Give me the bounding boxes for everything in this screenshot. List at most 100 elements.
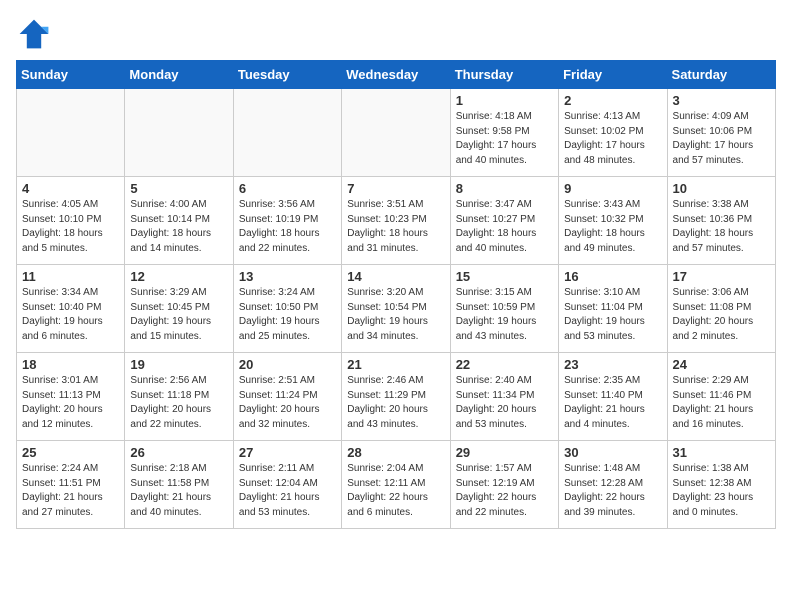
- day-cell: 11 Sunrise: 3:34 AM Sunset: 10:40 PM Dayl…: [17, 265, 125, 353]
- day-number: 16: [564, 269, 661, 284]
- day-number: 8: [456, 181, 553, 196]
- day-cell: 18Sunrise: 3:01 AM Sunset: 11:13 PM Dayl…: [17, 353, 125, 441]
- day-number: 24: [673, 357, 770, 372]
- header-cell-wednesday: Wednesday: [342, 61, 450, 89]
- day-info: Sunrise: 2:11 AM Sunset: 12:04 AM Daylig…: [239, 462, 336, 520]
- day-info: Sunrise: 3:34 AM Sunset: 10:40 PM Daylig…: [22, 286, 119, 344]
- day-info: Sunrise: 3:15 AM Sunset: 10:59 PM Daylig…: [456, 286, 553, 344]
- day-cell: 20 Sunrise: 2:51 AM Sunset: 11:24 PM Dayl…: [233, 353, 341, 441]
- day-number: 29: [456, 445, 553, 460]
- day-info: Sunrise: 3:10 AM Sunset: 11:04 PM Daylig…: [564, 286, 661, 344]
- day-number: 7: [347, 181, 444, 196]
- day-cell: 6 Sunrise: 3:56 AM Sunset: 10:19 PM Dayli…: [233, 177, 341, 265]
- day-info: Sunrise: 3:51 AM Sunset: 10:23 PM Daylig…: [347, 198, 444, 256]
- day-info: Sunrise: 2:40 AM Sunset: 11:34 PM Daylig…: [456, 374, 553, 432]
- day-info: Sunrise: 3:29 AM Sunset: 10:45 PM Daylig…: [130, 286, 227, 344]
- day-number: 22: [456, 357, 553, 372]
- day-number: 12: [130, 269, 227, 284]
- day-number: 9: [564, 181, 661, 196]
- week-row-2: 11 Sunrise: 3:34 AM Sunset: 10:40 PM Dayl…: [17, 265, 776, 353]
- header-cell-friday: Friday: [559, 61, 667, 89]
- day-number: 25: [22, 445, 119, 460]
- header-cell-tuesday: Tuesday: [233, 61, 341, 89]
- day-number: 10: [673, 181, 770, 196]
- day-info: Sunrise: 1:57 AM Sunset: 12:19 AM Daylig…: [456, 462, 553, 520]
- week-row-3: 18Sunrise: 3:01 AM Sunset: 11:13 PM Dayl…: [17, 353, 776, 441]
- day-info: Sunrise: 3:56 AM Sunset: 10:19 PM Daylig…: [239, 198, 336, 256]
- day-cell: 30Sunrise: 1:48 AM Sunset: 12:28 AM Dayl…: [559, 441, 667, 529]
- day-info: Sunrise: 3:38 AM Sunset: 10:36 PM Daylig…: [673, 198, 770, 256]
- day-cell: 10 Sunrise: 3:38 AM Sunset: 10:36 PM Dayl…: [667, 177, 775, 265]
- day-number: 23: [564, 357, 661, 372]
- calendar-table: SundayMondayTuesdayWednesdayThursdayFrid…: [16, 60, 776, 529]
- day-number: 5: [130, 181, 227, 196]
- day-number: 1: [456, 93, 553, 108]
- day-number: 31: [673, 445, 770, 460]
- day-info: Sunrise: 2:56 AM Sunset: 11:18 PM Daylig…: [130, 374, 227, 432]
- day-info: Sunrise: 2:29 AM Sunset: 11:46 PM Daylig…: [673, 374, 770, 432]
- day-info: Sunrise: 3:47 AM Sunset: 10:27 PM Daylig…: [456, 198, 553, 256]
- day-info: Sunrise: 1:38 AM Sunset: 12:38 AM Daylig…: [673, 462, 770, 520]
- day-cell: 28 Sunrise: 2:04 AM Sunset: 12:11 AM Dayl…: [342, 441, 450, 529]
- day-cell: 9 Sunrise: 3:43 AM Sunset: 10:32 PM Dayli…: [559, 177, 667, 265]
- day-number: 20: [239, 357, 336, 372]
- logo-icon: [16, 16, 52, 52]
- day-cell: [125, 89, 233, 177]
- day-number: 27: [239, 445, 336, 460]
- day-info: Sunrise: 3:24 AM Sunset: 10:50 PM Daylig…: [239, 286, 336, 344]
- day-cell: [342, 89, 450, 177]
- header-cell-monday: Monday: [125, 61, 233, 89]
- day-cell: 25 Sunrise: 2:24 AM Sunset: 11:51 PM Dayl…: [17, 441, 125, 529]
- day-cell: 27 Sunrise: 2:11 AM Sunset: 12:04 AM Dayl…: [233, 441, 341, 529]
- day-cell: 14Sunrise: 3:20 AM Sunset: 10:54 PM Dayl…: [342, 265, 450, 353]
- day-number: 21: [347, 357, 444, 372]
- day-cell: 23 Sunrise: 2:35 AM Sunset: 11:40 PM Dayl…: [559, 353, 667, 441]
- day-info: Sunrise: 2:24 AM Sunset: 11:51 PM Daylig…: [22, 462, 119, 520]
- day-cell: 19Sunrise: 2:56 AM Sunset: 11:18 PM Dayl…: [125, 353, 233, 441]
- day-cell: 5 Sunrise: 4:00 AM Sunset: 10:14 PM Dayli…: [125, 177, 233, 265]
- day-cell: 3Sunrise: 4:09 AM Sunset: 10:06 PM Dayli…: [667, 89, 775, 177]
- day-cell: 22 Sunrise: 2:40 AM Sunset: 11:34 PM Dayl…: [450, 353, 558, 441]
- header-cell-saturday: Saturday: [667, 61, 775, 89]
- day-number: 6: [239, 181, 336, 196]
- day-cell: 13 Sunrise: 3:24 AM Sunset: 10:50 PM Dayl…: [233, 265, 341, 353]
- day-info: Sunrise: 3:43 AM Sunset: 10:32 PM Daylig…: [564, 198, 661, 256]
- calendar-header: SundayMondayTuesdayWednesdayThursdayFrid…: [17, 61, 776, 89]
- day-number: 13: [239, 269, 336, 284]
- day-info: Sunrise: 2:35 AM Sunset: 11:40 PM Daylig…: [564, 374, 661, 432]
- day-number: 14: [347, 269, 444, 284]
- week-row-4: 25 Sunrise: 2:24 AM Sunset: 11:51 PM Dayl…: [17, 441, 776, 529]
- day-info: Sunrise: 4:00 AM Sunset: 10:14 PM Daylig…: [130, 198, 227, 256]
- day-info: Sunrise: 4:09 AM Sunset: 10:06 PM Daylig…: [673, 110, 770, 168]
- day-cell: 21 Sunrise: 2:46 AM Sunset: 11:29 PM Dayl…: [342, 353, 450, 441]
- day-cell: 8 Sunrise: 3:47 AM Sunset: 10:27 PM Dayli…: [450, 177, 558, 265]
- day-cell: 12 Sunrise: 3:29 AM Sunset: 10:45 PM Dayl…: [125, 265, 233, 353]
- calendar-body: 1 Sunrise: 4:18 AM Sunset: 9:58 PM Daylig…: [17, 89, 776, 529]
- day-number: 26: [130, 445, 227, 460]
- day-cell: [233, 89, 341, 177]
- week-row-0: 1 Sunrise: 4:18 AM Sunset: 9:58 PM Daylig…: [17, 89, 776, 177]
- page-header: [16, 16, 776, 52]
- day-cell: 17Sunrise: 3:06 AM Sunset: 11:08 PM Dayl…: [667, 265, 775, 353]
- day-info: Sunrise: 3:01 AM Sunset: 11:13 PM Daylig…: [22, 374, 119, 432]
- day-cell: 29 Sunrise: 1:57 AM Sunset: 12:19 AM Dayl…: [450, 441, 558, 529]
- day-number: 11: [22, 269, 119, 284]
- day-info: Sunrise: 2:04 AM Sunset: 12:11 AM Daylig…: [347, 462, 444, 520]
- day-info: Sunrise: 2:18 AM Sunset: 11:58 PM Daylig…: [130, 462, 227, 520]
- day-cell: 15 Sunrise: 3:15 AM Sunset: 10:59 PM Dayl…: [450, 265, 558, 353]
- day-info: Sunrise: 3:06 AM Sunset: 11:08 PM Daylig…: [673, 286, 770, 344]
- day-info: Sunrise: 2:46 AM Sunset: 11:29 PM Daylig…: [347, 374, 444, 432]
- day-info: Sunrise: 2:51 AM Sunset: 11:24 PM Daylig…: [239, 374, 336, 432]
- day-cell: 24 Sunrise: 2:29 AM Sunset: 11:46 PM Dayl…: [667, 353, 775, 441]
- day-number: 2: [564, 93, 661, 108]
- day-cell: 7 Sunrise: 3:51 AM Sunset: 10:23 PM Dayli…: [342, 177, 450, 265]
- day-number: 28: [347, 445, 444, 460]
- day-info: Sunrise: 4:18 AM Sunset: 9:58 PM Dayligh…: [456, 110, 553, 168]
- day-info: Sunrise: 4:05 AM Sunset: 10:10 PM Daylig…: [22, 198, 119, 256]
- day-cell: 2 Sunrise: 4:13 AM Sunset: 10:02 PM Dayli…: [559, 89, 667, 177]
- day-info: Sunrise: 4:13 AM Sunset: 10:02 PM Daylig…: [564, 110, 661, 168]
- day-number: 15: [456, 269, 553, 284]
- day-cell: 26 Sunrise: 2:18 AM Sunset: 11:58 PM Dayl…: [125, 441, 233, 529]
- day-cell: 4Sunrise: 4:05 AM Sunset: 10:10 PM Dayli…: [17, 177, 125, 265]
- logo: [16, 16, 56, 52]
